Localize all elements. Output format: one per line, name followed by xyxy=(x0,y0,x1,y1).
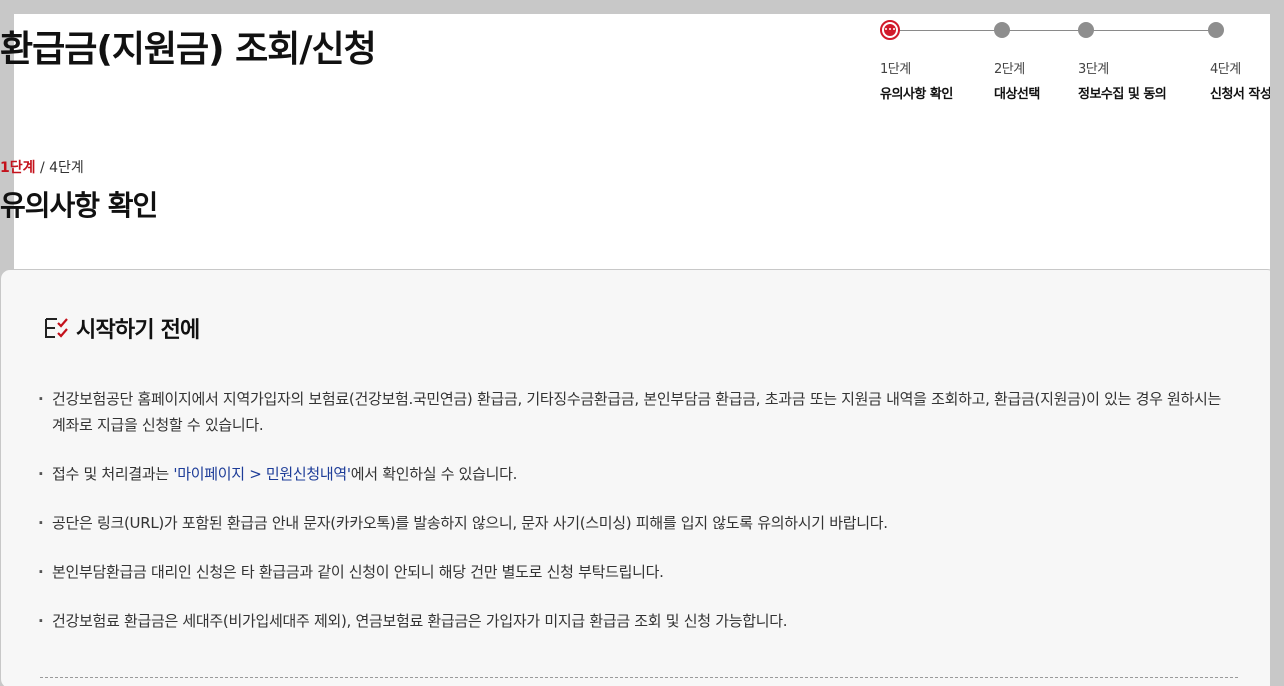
notice-item: 건강보험공단 홈페이지에서 지역가입자의 보험료(건강보험.국민연금) 환급금,… xyxy=(38,386,1238,438)
dashed-divider xyxy=(40,677,1238,678)
page-title: 환급금(지원금) 조회/신청 xyxy=(0,29,377,70)
step-1-number: 1단계 xyxy=(880,62,911,77)
notice-item-text: 건강보험료 환급금은 세대주(비가입세대주 제외), 연금보험료 환급금은 가입… xyxy=(52,612,788,630)
notice-item-suffix: 에서 확인하실 수 있습니다. xyxy=(350,465,518,483)
step-4-number: 4단계 xyxy=(1210,62,1241,77)
notice-item: 건강보험료 환급금은 세대주(비가입세대주 제외), 연금보험료 환급금은 가입… xyxy=(38,608,1238,634)
content-viewport: 환급금(지원금) 조회/신청 1단계 유의사항 확인 2단계 대상선택 3단계 … xyxy=(0,0,1270,686)
notice-item-text: 건강보험공단 홈페이지에서 지역가입자의 보험료(건강보험.국민연금) 환급금,… xyxy=(52,390,1222,434)
section-title: 유의사항 확인 xyxy=(0,189,158,222)
step-separator: / xyxy=(35,160,50,176)
step-1-active-dot-icon xyxy=(880,20,900,40)
step-2-name: 대상선택 xyxy=(994,87,1040,102)
step-4-dot-icon xyxy=(1208,22,1224,38)
step-indicator: 1단계 / 4단계 xyxy=(0,157,84,177)
mypage-request-history-link[interactable]: '마이페이지 > 민원신청내역' xyxy=(173,465,351,483)
notice-title: 시작하기 전에 xyxy=(76,318,200,343)
step-4-name: 신청서 작성 xyxy=(1210,87,1270,102)
notice-header: 시작하기 전에 xyxy=(42,312,200,344)
current-step: 1단계 xyxy=(0,160,36,176)
step-3-name: 정보수집 및 동의 xyxy=(1078,87,1167,102)
step-3-dot-icon xyxy=(1078,22,1094,38)
step-3-number: 3단계 xyxy=(1078,62,1109,77)
stepper-line xyxy=(890,30,1220,31)
notice-list: 건강보험공단 홈페이지에서 지역가입자의 보험료(건강보험.국민연금) 환급금,… xyxy=(38,386,1238,657)
step-1-name: 유의사항 확인 xyxy=(880,87,953,102)
notice-item: 본인부담환급금 대리인 신청은 타 환급금과 같이 신청이 안되니 해당 건만 … xyxy=(38,559,1238,585)
notice-item: 공단은 링크(URL)가 포함된 환급금 안내 문자(카카오톡)를 발송하지 않… xyxy=(38,510,1238,536)
total-steps: 4단계 xyxy=(49,160,84,176)
notice-item-prefix: 접수 및 처리결과는 xyxy=(52,465,174,483)
checklist-icon xyxy=(42,314,70,342)
step-2-number: 2단계 xyxy=(994,62,1025,77)
notice-item-text: 공단은 링크(URL)가 포함된 환급금 안내 문자(카카오톡)를 발송하지 않… xyxy=(52,514,888,532)
progress-stepper: 1단계 유의사항 확인 2단계 대상선택 3단계 정보수집 및 동의 4단계 신… xyxy=(878,20,1270,110)
step-2-dot-icon xyxy=(994,22,1010,38)
notice-item-text: 본인부담환급금 대리인 신청은 타 환급금과 같이 신청이 안되니 해당 건만 … xyxy=(52,563,664,581)
notice-item: 접수 및 처리결과는 '마이페이지 > 민원신청내역'에서 확인하실 수 있습니… xyxy=(38,461,1238,487)
